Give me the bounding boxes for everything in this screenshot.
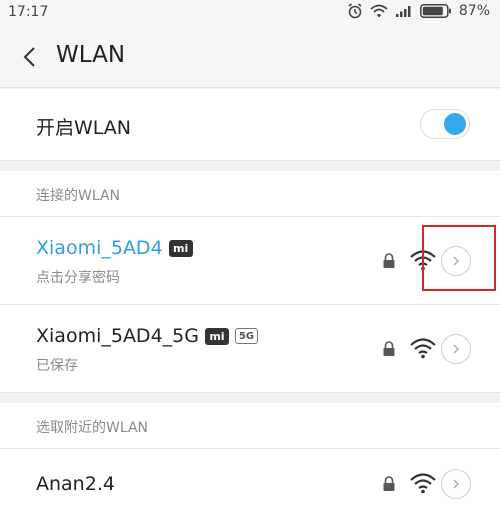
nearby-section-header: 选取附近的WLAN [0,403,500,449]
status-time: 17:17 [8,4,49,20]
lock-icon [383,476,395,491]
chevron-left-icon [23,47,35,67]
network-status: 点击分享密码 [36,270,120,286]
5g-badge: 5G [234,328,259,344]
battery-icon [419,4,451,18]
toggle-knob [444,113,466,135]
wlan-toggle-row: 开启WLAN [0,89,500,161]
wifi-signal-icon [410,338,436,359]
network-name: Anan2.4 [36,473,115,495]
status-bar: 17:17 87% [0,0,500,26]
battery-percent: 87% [458,3,490,19]
chevron-right-icon [453,479,459,489]
lock-icon [383,253,395,268]
cell-signal-icon [395,6,411,17]
section-divider [0,161,500,171]
page-title: WLAN [56,42,126,68]
network-row-anan2-4[interactable]: Anan2.4 [0,449,500,522]
wlan-toggle-label: 开启WLAN [36,117,132,139]
section-divider [0,393,500,403]
network-name: Xiaomi_5AD4 [36,237,163,259]
wifi-icon [370,4,388,18]
network-detail-button[interactable] [441,334,471,364]
connected-section-title: 连接的WLAN [36,188,121,204]
wifi-signal-icon [410,473,436,494]
network-row-xiaomi-5ad4-5g[interactable]: Xiaomi_5AD4_5G mi 5G 已保存 [0,305,500,393]
highlight-annotation-box [422,225,496,291]
title-bar: WLAN [0,26,500,88]
network-detail-button[interactable] [441,469,471,499]
wlan-toggle-switch[interactable] [420,109,470,139]
mi-badge: mi [204,327,229,345]
alarm-icon [348,3,362,19]
network-status: 已保存 [36,358,78,374]
chevron-right-icon [453,344,459,354]
lock-icon [383,341,395,356]
back-button[interactable] [18,44,44,70]
status-icons: 87% [347,3,490,19]
network-name: Xiaomi_5AD4_5G [36,325,199,347]
connected-section-header: 连接的WLAN [0,171,500,217]
nearby-section-title: 选取附近的WLAN [36,420,149,436]
mi-badge: mi [168,239,193,257]
